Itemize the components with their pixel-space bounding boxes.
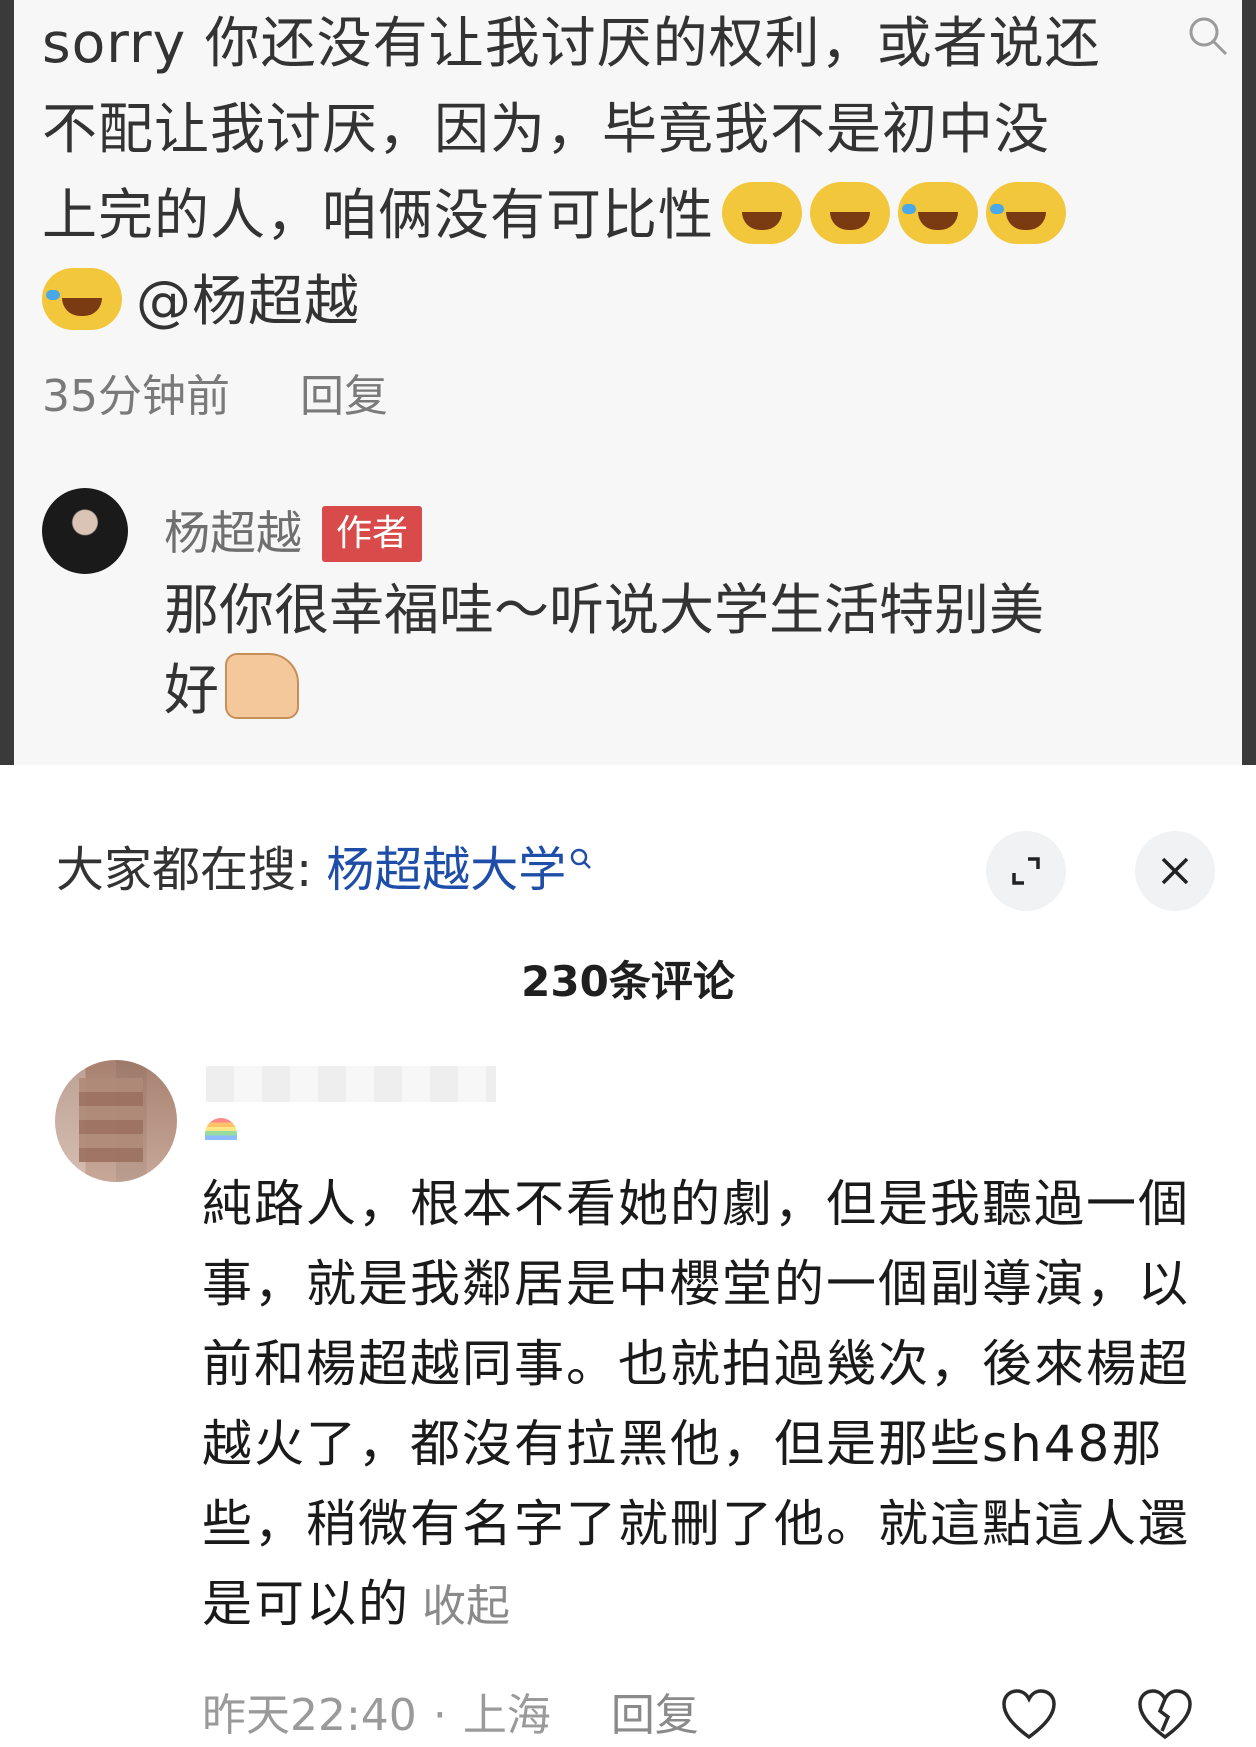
- author-avatar: [42, 488, 128, 574]
- meta-separator: ·: [432, 1690, 447, 1741]
- author-reply-line: 那你很幸福哇～听说大学生活特别美: [164, 578, 1045, 642]
- comment-time: 昨天22:40: [202, 1690, 417, 1741]
- rainbow-badge-icon: [205, 1118, 237, 1140]
- screenshot-panel: sorry 你还没有让我讨厌的权利，或者说还 不配让我讨厌，因为，毕竟我不是初中…: [14, 0, 1242, 765]
- like-heart-icon[interactable]: [1000, 1687, 1058, 1743]
- screenshot-comment-meta: 35分钟前 回复: [42, 360, 388, 424]
- author-badge: 作者: [322, 506, 423, 562]
- screenshot-reply-label: 回复: [300, 371, 388, 422]
- comment-count-title: 230条评论: [521, 957, 735, 1006]
- comment-location: 上海: [462, 1690, 551, 1741]
- comment-sheet: 大家都在搜: 杨超越大学 230条评论 純路人，根本不看她的劇，但是我聽過一個事，…: [0, 798, 1256, 1747]
- expand-button[interactable]: [986, 831, 1066, 911]
- laughing-emoji-icon: [722, 182, 803, 244]
- screenshot-comment-line-text: 上完的人，咱俩没有可比性: [42, 183, 715, 247]
- tears-of-joy-emoji-icon: [42, 268, 122, 330]
- embedded-screenshot: sorry 你还没有让我讨厌的权利，或者说还 不配让我讨厌，因为，毕竟我不是初中…: [0, 0, 1256, 765]
- dislike-broken-heart-icon[interactable]: [1136, 1687, 1194, 1743]
- expand-icon: [1012, 857, 1040, 885]
- thumbs-up-emoji-icon: [225, 653, 300, 719]
- reply-button[interactable]: 回复: [611, 1690, 699, 1741]
- collapse-link[interactable]: 收起: [422, 1581, 510, 1632]
- zoom-icon: [1189, 17, 1228, 56]
- screenshot-comment-line: 不配让我讨厌，因为，毕竟我不是初中没: [42, 97, 1051, 161]
- close-button[interactable]: [1135, 831, 1215, 911]
- author-name: 杨超越: [164, 506, 302, 560]
- comment-body: 純路人，根本不看她的劇，但是我聽過一個事，就是我鄰居是中櫻堂的一個副導演，以前和…: [202, 1164, 1212, 1647]
- laughing-emoji-icon: [810, 182, 891, 244]
- screenshot-comment-line: 上完的人，咱俩没有可比性: [42, 172, 1222, 258]
- author-reply-line: 好: [164, 650, 1224, 730]
- screenshot-comment-time: 35分钟前: [42, 371, 230, 422]
- mention-link: @杨超越: [136, 269, 361, 333]
- trending-search-label: 大家都在搜:: [56, 842, 313, 898]
- tears-of-joy-emoji-icon: [898, 182, 979, 244]
- screenshot-comment-line: sorry 你还没有让我讨厌的权利，或者说还: [42, 11, 1101, 75]
- close-icon: [1161, 857, 1189, 885]
- tears-of-joy-emoji-icon: [986, 182, 1067, 244]
- commenter-name-blurred[interactable]: [206, 1066, 496, 1102]
- author-reply-line-text: 好: [164, 658, 220, 722]
- comment-text: 純路人，根本不看她的劇，但是我聽過一個事，就是我鄰居是中櫻堂的一個副導演，以前和…: [202, 1175, 1190, 1633]
- screenshot-comment: sorry 你还没有让我讨厌的权利，或者说还 不配让我讨厌，因为，毕竟我不是初中…: [42, 0, 1222, 344]
- trending-search: 大家都在搜: 杨超越大学: [56, 840, 594, 900]
- trending-search-link[interactable]: 杨超越大学: [326, 842, 566, 898]
- search-icon: [570, 848, 592, 869]
- author-reply: 那你很幸福哇～听说大学生活特别美 好: [164, 570, 1224, 730]
- screenshot-author: 杨超越 作者: [164, 497, 423, 563]
- comment-meta: 昨天22:40 · 上海 回复: [202, 1688, 699, 1744]
- commenter-avatar[interactable]: [55, 1060, 177, 1182]
- screenshot-comment-line: @杨超越: [42, 258, 1222, 344]
